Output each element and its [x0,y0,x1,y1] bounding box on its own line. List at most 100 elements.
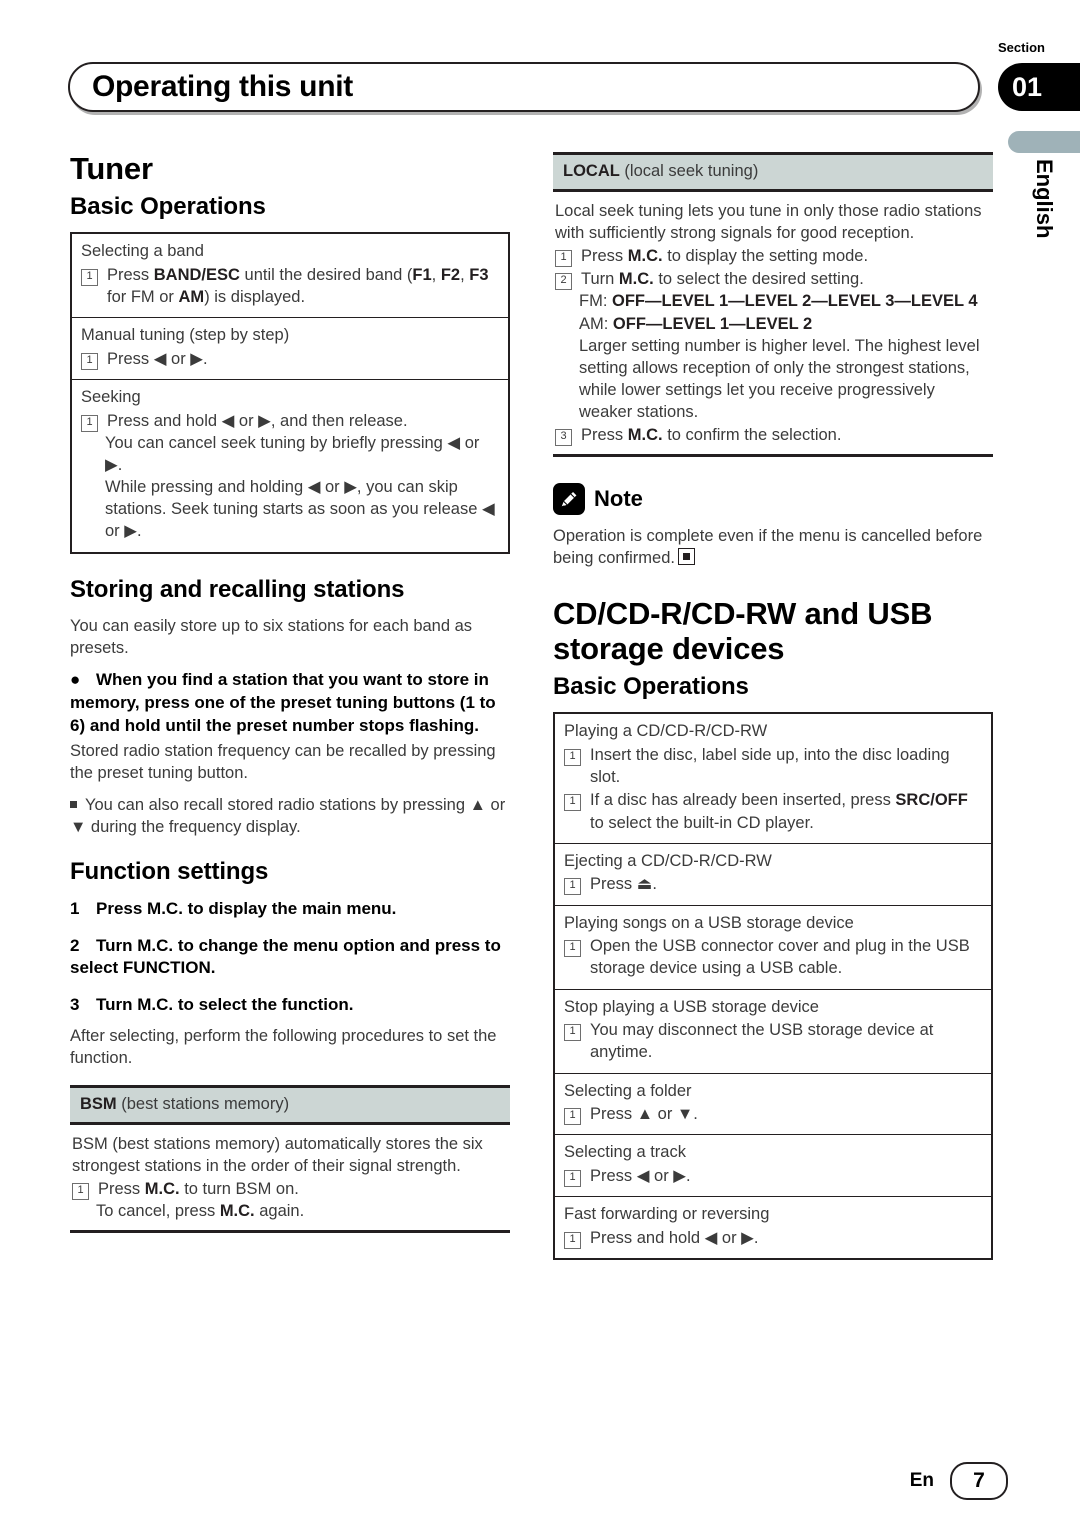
round-bullet-icon: ● [70,670,81,690]
local-function-block: LOCAL (local seek tuning) Local seek tun… [553,152,993,458]
operation-step: 1 Open the USB connector cover and plug i… [564,935,982,979]
storing-heading: Storing and recalling stations [70,575,405,603]
step-text: Press and hold ◀ or ▶, and then release. [107,411,408,430]
step-number: 3 [555,429,572,447]
step-number: 1 [555,250,572,268]
function-step: 2 Turn M.C. to change the menu option and… [70,935,510,981]
cd-basic-operations-table: Playing a CD/CD-R/CD-RW 1 Insert the disc,… [553,712,993,1261]
step-number: 1 [564,878,581,896]
step-text: Press M.C. to confirm the selection. [581,426,842,445]
function-step-number: 1 [70,898,80,918]
bsm-body: BSM (best stations memory) automatically… [70,1125,510,1230]
function-step-text: Press M.C. to display the main menu. [96,898,397,918]
operation-step: 3 Press M.C. to confirm the selection. [555,424,991,447]
step-sub-line: While pressing and holding ◀ or ▶, you c… [105,478,495,541]
operation-step: 1 If a disc has already been inserted, pr… [564,789,982,833]
function-step: 3 Turn M.C. to select the function. [70,994,510,1017]
page-title: Operating this unit [92,70,353,103]
storing-bold-instruction: ● When you find a station that you want t… [70,670,496,735]
step-number: 1 [564,1170,581,1188]
operation-step: 1 Press and hold ◀ or ▶. [564,1227,982,1250]
function-step-text: Turn M.C. to change the menu option and … [70,935,501,978]
step-sub-line: AM: OFF—LEVEL 1—LEVEL 2 [579,314,813,333]
note-block: Note Operation is complete even if the m… [553,483,993,569]
tuner-basic-operations-heading: Basic Operations [70,192,266,220]
step-sub-line: FM: OFF—LEVEL 1—LEVEL 2—LEVEL 3—LEVEL 4 [579,292,978,311]
step-text: Press ◀ or ▶. [590,1167,691,1186]
operation-step: 2 Turn M.C. to select the desired setting… [555,268,991,291]
local-bottom-rule [553,454,993,458]
left-column: Tuner Basic Operations Selecting a band 1… [70,151,510,1234]
tuner-basic-operations-table: Selecting a band 1 Press BAND/ESC until th… [70,232,510,554]
storing-after-text: Stored radio station frequency can be re… [70,741,496,782]
step-number: 1 [564,1108,581,1126]
pencil-icon [553,483,585,516]
step-text: Press ⏏. [590,875,657,894]
page-title-pill: Operating this unit [68,62,980,112]
function-step-number: 2 [70,935,80,955]
step-text: Press BAND/ESC until the desired band (F… [107,266,489,307]
operation-title: Fast forwarding or reversing [564,1205,770,1224]
footer-language-code: En [909,1470,934,1491]
step-sub-line: To cancel, press M.C. again. [96,1202,305,1221]
operation-row: Stop playing a USB storage device 1 You ma… [555,990,991,1074]
page-footer: En 7 [0,1461,1080,1501]
right-column: LOCAL (local seek tuning) Local seek tun… [553,152,993,1264]
step-text: You may disconnect the USB storage devic… [590,1021,934,1062]
function-settings-heading: Function settings [70,858,269,886]
bsm-steps: 1 Press M.C. to turn BSM on. To cancel, pr… [72,1178,508,1222]
operation-title: Selecting a folder [564,1081,692,1100]
operation-row: Seeking 1 Press and hold ◀ or ▶, and then … [72,380,508,551]
function-steps-list: 1 Press M.C. to display the main menu. 2 Tu… [70,898,510,1017]
step-text: If a disc has already been inserted, pre… [590,791,968,832]
function-step-number: 3 [70,995,80,1015]
step-text: Open the USB connector cover and plug in… [590,937,970,978]
operation-title: Ejecting a CD/CD-R/CD-RW [564,851,772,870]
operation-row: Selecting a track 1 Press ◀ or ▶. [555,1135,991,1198]
operation-step: 1 Press ⏏. [564,873,982,896]
local-header: LOCAL (local seek tuning) [553,155,993,192]
operation-step: 1 Insert the disc, label side up, into th… [564,744,982,788]
operation-row: Playing songs on a USB storage device 1 Op… [555,906,991,990]
step-text: Press M.C. to display the setting mode. [581,247,869,266]
tuner-heading: Tuner [70,151,153,186]
cd-basic-operations-heading: Basic Operations [553,672,749,700]
bsm-function-block: BSM (best stations memory) BSM (best sta… [70,1085,510,1234]
operation-step: 1 Press BAND/ESC until the desired band (… [81,264,499,308]
operation-step: 1 Press M.C. to turn BSM on. [72,1178,508,1201]
storing-note: You can also recall stored radio station… [70,795,506,837]
operation-step: 1 Press M.C. to display the setting mode. [555,245,991,268]
step-text: Press M.C. to turn BSM on. [98,1180,299,1199]
local-header-code: LOCAL [563,162,620,180]
operation-step: 1 Press ▲ or ▼. [564,1103,982,1126]
end-of-block-icon [678,548,695,566]
operation-step: 1 Press ◀ or ▶. [81,348,499,371]
storing-intro: You can easily store up to six stations … [70,617,473,658]
step-text: Press and hold ◀ or ▶. [590,1229,759,1248]
operation-title: Selecting a track [564,1143,686,1162]
step-number: 1 [81,414,98,432]
note-text: Operation is complete even if the menu i… [553,527,983,568]
operation-title: Stop playing a USB storage device [564,997,819,1016]
step-sub-line: Larger setting number is higher level. T… [579,336,980,421]
step-number: 1 [564,1024,581,1042]
section-number-badge: 01 [998,63,1080,111]
bsm-header: BSM (best stations memory) [70,1088,510,1126]
operation-title: Playing songs on a USB storage device [564,913,854,932]
step-number: 1 [564,940,581,958]
language-tab-label: English [1032,159,1057,239]
step-sub-line: You can cancel seek tuning by briefly pr… [105,434,480,475]
operation-step: 1 Press ◀ or ▶. [564,1165,982,1188]
function-after-text: After selecting, perform the following p… [70,1026,497,1067]
step-number: 1 [81,353,98,371]
note-title-row: Note [553,483,993,516]
note-label: Note [594,486,643,512]
operation-title: Seeking [81,388,141,407]
bsm-header-code: BSM [80,1095,117,1114]
operation-row: Playing a CD/CD-R/CD-RW 1 Insert the disc,… [555,714,991,844]
local-intro: Local seek tuning lets you tune in only … [555,202,982,243]
step-number: 2 [555,273,572,291]
step-number: 1 [564,1232,581,1250]
footer-page-number: 7 [950,1462,1008,1500]
cd-usb-heading: CD/CD-R/CD-RW and USB storage devices [553,596,933,667]
